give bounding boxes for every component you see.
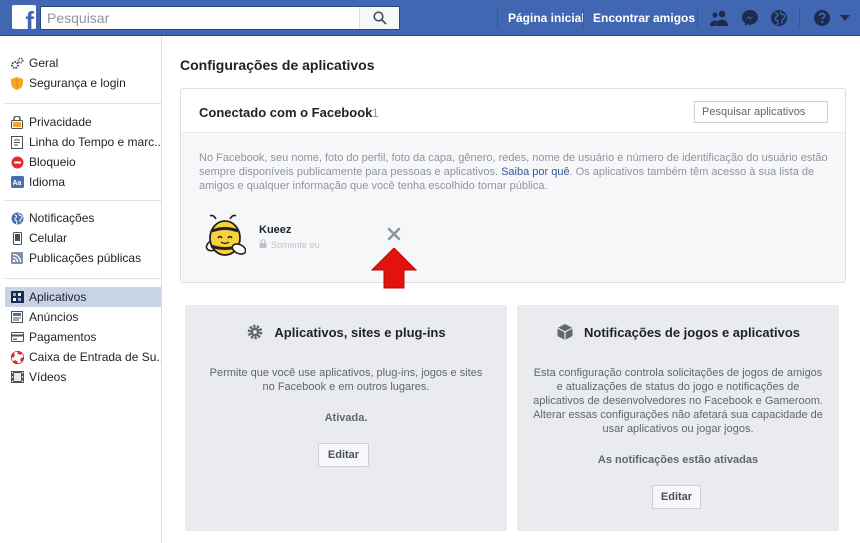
sidebar-item-label: Segurança e login bbox=[29, 76, 126, 90]
card-description: Esta configuração controla solicitações … bbox=[533, 367, 823, 435]
sidebar-divider bbox=[5, 103, 161, 104]
language-icon: Aa bbox=[10, 175, 24, 189]
shield-icon bbox=[10, 76, 24, 90]
app-name[interactable]: Kueez bbox=[259, 224, 291, 236]
help-icon[interactable] bbox=[812, 8, 832, 28]
nav-find-friends-link[interactable]: Encontrar amigos bbox=[593, 11, 695, 25]
svg-text:Aa: Aa bbox=[12, 180, 21, 187]
connected-apps-description: No Facebook, seu nome, foto do perfil, f… bbox=[199, 151, 833, 193]
page-title: Configurações de aplicativos bbox=[180, 57, 375, 73]
sidebar-item-label: Publicações públicas bbox=[29, 251, 142, 265]
nav-separator bbox=[799, 8, 800, 28]
block-icon bbox=[10, 155, 24, 169]
gear-icon bbox=[246, 323, 264, 341]
settings-sidebar: Geral Segurança e login Privacidade Linh… bbox=[0, 36, 162, 543]
sidebar-group-apps: Aplicativos Anúncios Pagamentos Caixa de… bbox=[5, 287, 161, 387]
rss-icon bbox=[10, 251, 24, 265]
sidebar-item-public-posts[interactable]: Publicações públicas bbox=[5, 248, 161, 268]
app-privacy[interactable]: Somente eu bbox=[259, 239, 320, 250]
phone-icon bbox=[10, 231, 24, 245]
sidebar-item-videos[interactable]: Vídeos bbox=[5, 367, 161, 387]
cube-icon bbox=[556, 323, 574, 341]
sidebar-item-support-inbox[interactable]: Caixa de Entrada de Su... bbox=[5, 347, 161, 367]
facebook-logo-letter: f bbox=[25, 6, 34, 29]
card-title: Aplicativos, sites e plug-ins bbox=[274, 324, 446, 340]
search-input[interactable] bbox=[41, 7, 359, 29]
account-menu-chevron-down-icon[interactable] bbox=[838, 8, 852, 28]
sidebar-item-label: Pagamentos bbox=[29, 330, 97, 344]
nav-separator bbox=[497, 8, 498, 28]
friend-requests-icon[interactable] bbox=[709, 8, 729, 28]
card-header: Notificações de jogos e aplicativos bbox=[517, 323, 839, 341]
search-button[interactable] bbox=[359, 7, 399, 29]
red-arrow-up-icon bbox=[370, 247, 418, 290]
sidebar-item-label: Linha do Tempo e marc... bbox=[29, 135, 161, 149]
facebook-logo[interactable]: f bbox=[12, 5, 36, 29]
sidebar-item-blocking[interactable]: Bloqueio bbox=[5, 152, 161, 172]
sidebar-item-mobile[interactable]: Celular bbox=[5, 228, 161, 248]
sidebar-item-general[interactable]: Geral bbox=[5, 53, 161, 73]
sidebar-divider bbox=[5, 278, 161, 279]
messenger-icon[interactable] bbox=[740, 8, 760, 28]
edit-notifications-button[interactable]: Editar bbox=[652, 485, 701, 509]
nav-separator bbox=[583, 8, 584, 28]
apps-icon bbox=[10, 290, 24, 304]
sidebar-item-label: Geral bbox=[29, 56, 59, 70]
nav-separator bbox=[697, 8, 698, 28]
search-apps-input[interactable] bbox=[694, 101, 828, 123]
timeline-icon bbox=[10, 135, 24, 149]
sidebar-item-security[interactable]: Segurança e login bbox=[5, 73, 161, 93]
nav-home-link[interactable]: Página inicial bbox=[508, 11, 585, 25]
apps-sites-plugins-card: Aplicativos, sites e plug-ins Permite qu… bbox=[185, 305, 507, 531]
sidebar-item-privacy[interactable]: Privacidade bbox=[5, 112, 161, 132]
sidebar-group-account: Geral Segurança e login bbox=[5, 53, 161, 93]
card-description: Permite que você use aplicativos, plug-i… bbox=[209, 367, 483, 393]
ads-icon bbox=[10, 310, 24, 324]
sidebar-item-language[interactable]: Aa Idioma bbox=[5, 172, 161, 192]
connected-apps-count: 1 bbox=[372, 106, 379, 120]
connected-apps-header: Conectado com o Facebook 1 bbox=[181, 89, 845, 133]
sidebar-item-apps[interactable]: Aplicativos bbox=[5, 287, 161, 307]
sidebar-item-label: Notificações bbox=[29, 211, 95, 225]
sidebar-item-label: Celular bbox=[29, 231, 68, 245]
card-header: Aplicativos, sites e plug-ins bbox=[185, 323, 507, 341]
connected-apps-title: Conectado com o Facebook bbox=[199, 105, 373, 120]
lifebuoy-icon bbox=[10, 350, 24, 364]
globe-icon bbox=[10, 211, 24, 225]
sidebar-item-label: Vídeos bbox=[29, 370, 67, 384]
notifications-globe-icon[interactable] bbox=[769, 8, 789, 28]
card-status: As notificações estão ativadas bbox=[597, 454, 759, 466]
card-status: Ativada. bbox=[324, 412, 368, 424]
sidebar-item-ads[interactable]: Anúncios bbox=[5, 307, 161, 327]
bee-app-icon[interactable] bbox=[204, 213, 247, 259]
sidebar-item-notifications[interactable]: Notificações bbox=[5, 208, 161, 228]
top-navigation-bar: f Página inicial Encontrar amigos bbox=[0, 0, 860, 36]
sidebar-item-label: Aplicativos bbox=[29, 290, 87, 304]
sidebar-item-label: Privacidade bbox=[29, 115, 92, 129]
sidebar-item-label: Anúncios bbox=[29, 310, 79, 324]
sidebar-item-payments[interactable]: Pagamentos bbox=[5, 327, 161, 347]
sidebar-group-privacy: Privacidade Linha do Tempo e marc... Blo… bbox=[5, 112, 161, 192]
connected-apps-panel: Conectado com o Facebook 1 No Facebook, … bbox=[180, 88, 846, 283]
film-icon bbox=[10, 370, 24, 384]
game-app-notifications-card: Notificações de jogos e aplicativos Esta… bbox=[517, 305, 839, 531]
edit-apps-button[interactable]: Editar bbox=[318, 443, 369, 467]
sidebar-item-timeline[interactable]: Linha do Tempo e marc... bbox=[5, 132, 161, 152]
search-box bbox=[40, 6, 400, 30]
remove-app-close-icon[interactable] bbox=[387, 227, 401, 241]
sidebar-group-notifications: Notificações Celular Publicações pública… bbox=[5, 208, 161, 268]
lock-icon bbox=[10, 115, 24, 129]
app-privacy-label: Somente eu bbox=[271, 239, 320, 250]
card-title: Notificações de jogos e aplicativos bbox=[583, 324, 800, 340]
lock-icon bbox=[259, 239, 267, 250]
sidebar-item-label: Idioma bbox=[29, 175, 66, 189]
learn-why-link[interactable]: Saiba por quê bbox=[501, 166, 570, 178]
sidebar-item-label: Bloqueio bbox=[29, 155, 76, 169]
gear-icon bbox=[10, 56, 24, 70]
sidebar-divider bbox=[5, 200, 161, 201]
search-icon bbox=[372, 11, 387, 25]
card-icon bbox=[10, 330, 24, 344]
sidebar-item-label: Caixa de Entrada de Su... bbox=[29, 350, 161, 364]
